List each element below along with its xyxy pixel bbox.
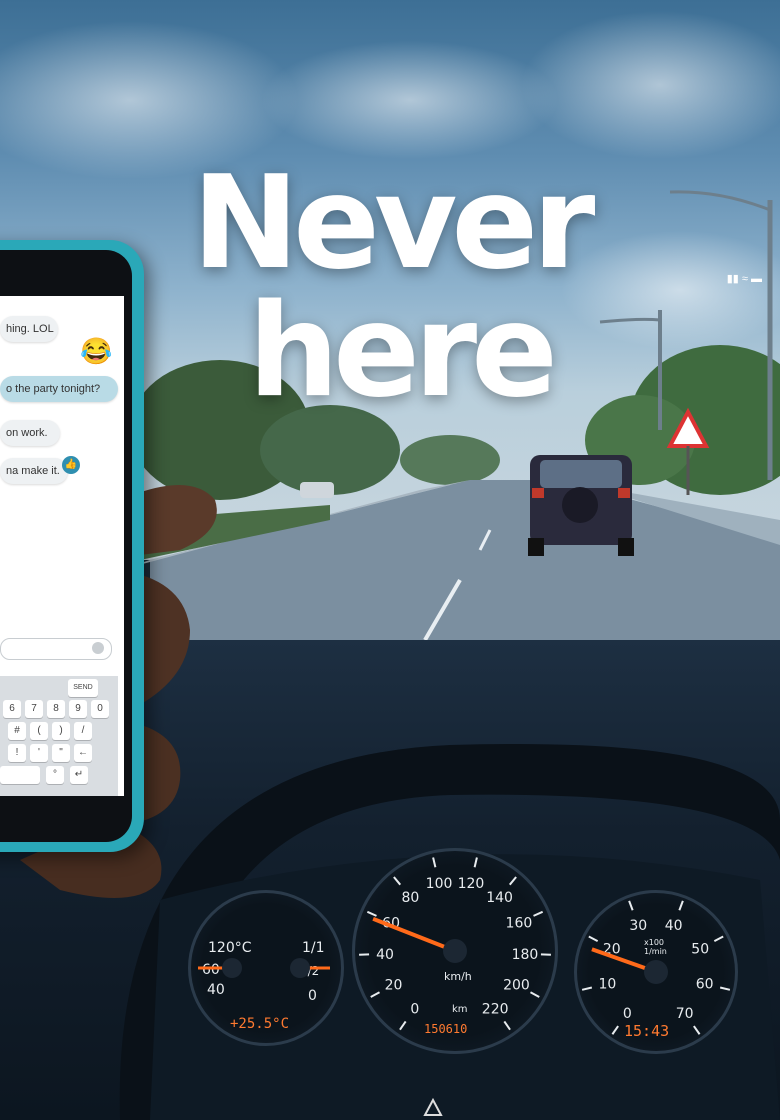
- rpm-tick: [678, 900, 684, 911]
- key[interactable]: 7: [25, 700, 43, 718]
- key[interactable]: ": [52, 744, 70, 762]
- rpm-hub: [644, 960, 668, 984]
- speed-label: 120: [458, 876, 485, 892]
- rpm-tick: [628, 900, 634, 911]
- speed-label: 180: [512, 947, 539, 963]
- mic-icon[interactable]: [92, 642, 104, 654]
- speed-label: 160: [506, 915, 533, 931]
- speed-label: 200: [503, 978, 530, 994]
- speed-tick: [533, 910, 544, 917]
- key[interactable]: 9: [69, 700, 87, 718]
- key[interactable]: °: [46, 766, 64, 784]
- speed-label: 220: [482, 1001, 509, 1017]
- needle-hub: [222, 958, 242, 978]
- space-key[interactable]: [0, 766, 40, 784]
- rpm-label: 30: [629, 918, 647, 934]
- keyboard: SEND 6 7 8 9 0 # ( ) / ! ' " ← ° ↵: [0, 676, 118, 796]
- key[interactable]: !: [8, 744, 26, 762]
- key[interactable]: ': [30, 744, 48, 762]
- signal-wifi-battery-icon: ▮▮ ≈ ▬: [726, 273, 762, 285]
- key[interactable]: 0: [91, 700, 109, 718]
- rpm-tick: [693, 1025, 701, 1035]
- backspace-key[interactable]: ←: [74, 744, 92, 762]
- thumbs-up-icon: 👍: [62, 456, 80, 474]
- speed-tick: [503, 1020, 511, 1031]
- rpm-tick: [713, 935, 724, 943]
- key[interactable]: /: [74, 722, 92, 740]
- rpm-tick: [581, 986, 593, 991]
- rpm-label: 10: [598, 977, 616, 993]
- speed-unit: km/h: [444, 970, 472, 983]
- key[interactable]: #: [8, 722, 26, 740]
- rpm-label: 60: [696, 977, 714, 993]
- headline-line-1: Never: [192, 149, 595, 298]
- speed-tick: [366, 910, 377, 917]
- key[interactable]: 6: [3, 700, 21, 718]
- speed-label: 140: [486, 890, 513, 906]
- speed-label: 40: [376, 947, 394, 963]
- key[interactable]: 8: [47, 700, 65, 718]
- speed-tick: [530, 991, 540, 998]
- speed-tick: [432, 857, 437, 868]
- key[interactable]: (: [30, 722, 48, 740]
- rpm-label: 40: [665, 918, 683, 934]
- odometer-readout: 150610: [424, 1022, 468, 1036]
- temp-fuel-needles: [198, 958, 330, 978]
- speed-tick: [370, 991, 380, 998]
- rpm-tick: [611, 1025, 619, 1035]
- headline-line-2: here: [248, 277, 558, 426]
- speed-label: 80: [402, 890, 420, 906]
- rpm-label: 70: [676, 1006, 694, 1022]
- speed-tick: [393, 876, 402, 886]
- return-key[interactable]: ↵: [70, 766, 88, 784]
- status-bar: [0, 262, 124, 296]
- speed-label: 20: [385, 978, 403, 994]
- speed-hub: [443, 939, 467, 963]
- message-bubble-sent: o the party tonight?: [0, 376, 118, 402]
- rpm-label: 50: [691, 942, 709, 958]
- speed-label: 100: [426, 876, 453, 892]
- send-key[interactable]: SEND: [68, 679, 98, 697]
- tach-unit: x100 1/min: [644, 938, 667, 956]
- speed-label: 0: [410, 1001, 419, 1017]
- message-bubble: on work.: [0, 420, 60, 446]
- speed-tick: [508, 876, 517, 886]
- rpm-label: 0: [623, 1006, 632, 1022]
- rpm-tick: [719, 986, 731, 991]
- rpm-tick: [588, 935, 599, 943]
- laughing-emoji: 😂: [80, 336, 113, 366]
- message-bubble: hing. LOL: [0, 316, 58, 342]
- speed-tick: [473, 857, 478, 868]
- speed-tick: [399, 1020, 407, 1031]
- message-bubble: na make it.: [0, 458, 68, 484]
- key[interactable]: ): [52, 722, 70, 740]
- photo-scene: 120°C 60 40 1/1 1/2 0 +25.5°C 0 20 40 60 80 1…: [0, 0, 780, 1120]
- odometer-unit: km: [452, 1004, 468, 1015]
- clock-readout: 15:43: [624, 1022, 670, 1040]
- needle-hub: [290, 958, 310, 978]
